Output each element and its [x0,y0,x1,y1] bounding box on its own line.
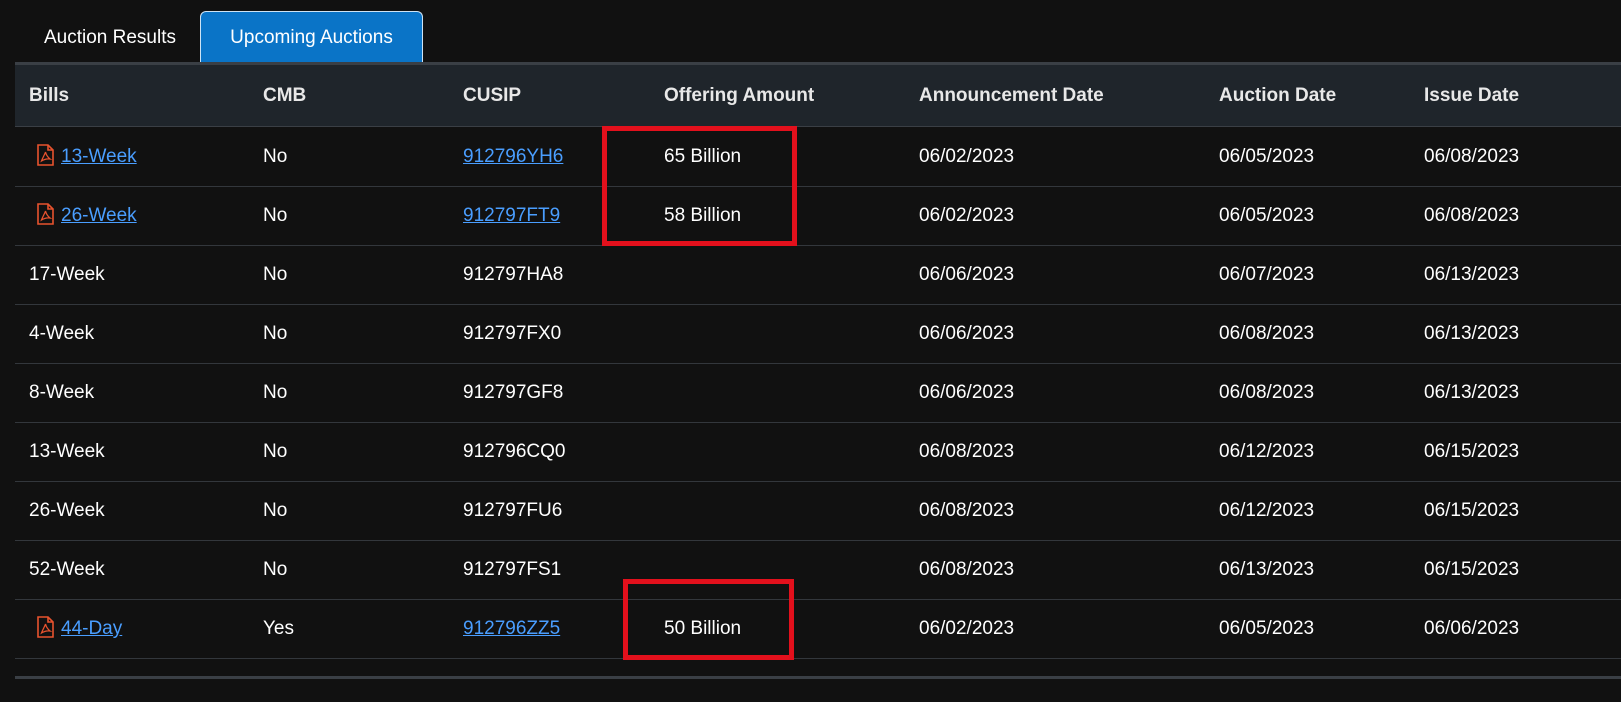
cmb-cell: Yes [263,618,294,639]
issue-date-cell: 06/08/2023 [1424,205,1520,226]
issue-date-cell: 06/08/2023 [1424,146,1520,167]
highlight-box-top [602,126,797,246]
cmb-cell: No [263,441,288,462]
announcement-date-cell: 06/08/2023 [919,441,1015,462]
auction-date-cell: 06/05/2023 [1219,146,1315,167]
cmb-cell: No [263,500,288,521]
auction-date-cell: 06/12/2023 [1219,441,1315,462]
table-row: 4-Week No 912797FX0 06/06/2023 06/08/2023 06/… [15,304,1621,364]
auction-date-cell: 06/12/2023 [1219,500,1315,521]
cusip-cell: 912797FU6 [463,500,563,521]
bill-term: 52-Week [29,559,105,580]
tab-upcoming-auctions[interactable]: Upcoming Auctions [200,11,423,63]
auction-date-cell: 06/13/2023 [1219,559,1315,580]
announcement-date-cell: 06/02/2023 [919,205,1015,226]
bill-term: 17-Week [29,264,105,285]
header-issue-date[interactable]: Issue Date [1424,65,1519,126]
announcement-date-cell: 06/02/2023 [919,146,1015,167]
upcoming-auctions-table: Bills CMB CUSIP Offering Amount Announce… [15,62,1621,702]
tab-auction-results[interactable]: Auction Results [15,13,205,63]
announcement-date-cell: 06/02/2023 [919,618,1015,639]
bill-term: 4-Week [29,323,95,344]
cusip-cell: 912797GF8 [463,382,564,403]
pdf-file-icon[interactable] [37,203,54,225]
pdf-file-icon[interactable] [37,616,54,638]
table-row: 13-Week No 912796YH6 65 Billion 06/02/2023 06… [15,127,1621,187]
issue-date-cell: 06/15/2023 [1424,500,1520,521]
table-row: 26-Week No 912797FU6 06/08/2023 06/12/2023 06… [15,481,1621,541]
auction-date-cell: 06/08/2023 [1219,382,1315,403]
bill-term-link[interactable]: 13-Week [61,127,137,186]
cusip-link[interactable]: 912796YH6 [463,127,563,186]
table-header: Bills CMB CUSIP Offering Amount Announce… [15,65,1621,127]
issue-date-cell: 06/13/2023 [1424,264,1520,285]
table-row: 44-Day Yes 912796ZZ5 50 Billion 06/02/2023 06… [15,599,1621,659]
header-bills[interactable]: Bills [29,65,69,126]
table-row: 52-Week No 912797FS1 06/08/2023 06/13/2023 06… [15,540,1621,600]
highlight-box-bottom [623,579,794,660]
bill-term: 26-Week [29,500,105,521]
issue-date-cell: 06/13/2023 [1424,382,1520,403]
table-row: 17-Week No 912797HA8 06/06/2023 06/07/2023 06… [15,245,1621,305]
cusip-cell: 912797FS1 [463,559,562,580]
cmb-cell: No [263,559,288,580]
cmb-cell: No [263,205,288,226]
header-offering-amount[interactable]: Offering Amount [664,65,814,126]
cusip-link[interactable]: 912796ZZ5 [463,599,560,658]
pdf-file-icon[interactable] [37,144,54,166]
table-row: 26-Week No 912797FT9 58 Billion 06/02/2023 06… [15,186,1621,246]
bill-term: 13-Week [29,441,105,462]
issue-date-cell: 06/15/2023 [1424,441,1520,462]
cmb-cell: No [263,146,288,167]
announcement-date-cell: 06/06/2023 [919,264,1015,285]
auction-date-cell: 06/07/2023 [1219,264,1315,285]
announcement-date-cell: 06/06/2023 [919,323,1015,344]
header-auction-date[interactable]: Auction Date [1219,65,1336,126]
cusip-cell: 912797HA8 [463,264,564,285]
auction-date-cell: 06/05/2023 [1219,205,1315,226]
bill-term-link[interactable]: 44-Day [61,599,122,658]
issue-date-cell: 06/13/2023 [1424,323,1520,344]
bill-term: 8-Week [29,382,95,403]
table-bottom-border [15,676,1621,679]
issue-date-cell: 06/15/2023 [1424,559,1520,580]
auction-date-cell: 06/05/2023 [1219,618,1315,639]
header-cmb[interactable]: CMB [263,65,306,126]
cmb-cell: No [263,323,288,344]
bill-term-link[interactable]: 26-Week [61,186,137,245]
cusip-cell: 912796CQ0 [463,441,566,462]
header-announcement-date[interactable]: Announcement Date [919,65,1104,126]
announcement-date-cell: 06/08/2023 [919,559,1015,580]
header-cusip[interactable]: CUSIP [463,65,521,126]
cusip-link[interactable]: 912797FT9 [463,186,560,245]
announcement-date-cell: 06/08/2023 [919,500,1015,521]
cmb-cell: No [263,264,288,285]
cusip-cell: 912797FX0 [463,323,562,344]
auction-tabs: Auction Results Upcoming Auctions [15,11,423,63]
table-row: 8-Week No 912797GF8 06/06/2023 06/08/2023 06/… [15,363,1621,423]
cmb-cell: No [263,382,288,403]
table-row: 13-Week No 912796CQ0 06/08/2023 06/12/2023 06… [15,422,1621,482]
announcement-date-cell: 06/06/2023 [919,382,1015,403]
auction-date-cell: 06/08/2023 [1219,323,1315,344]
issue-date-cell: 06/06/2023 [1424,618,1520,639]
